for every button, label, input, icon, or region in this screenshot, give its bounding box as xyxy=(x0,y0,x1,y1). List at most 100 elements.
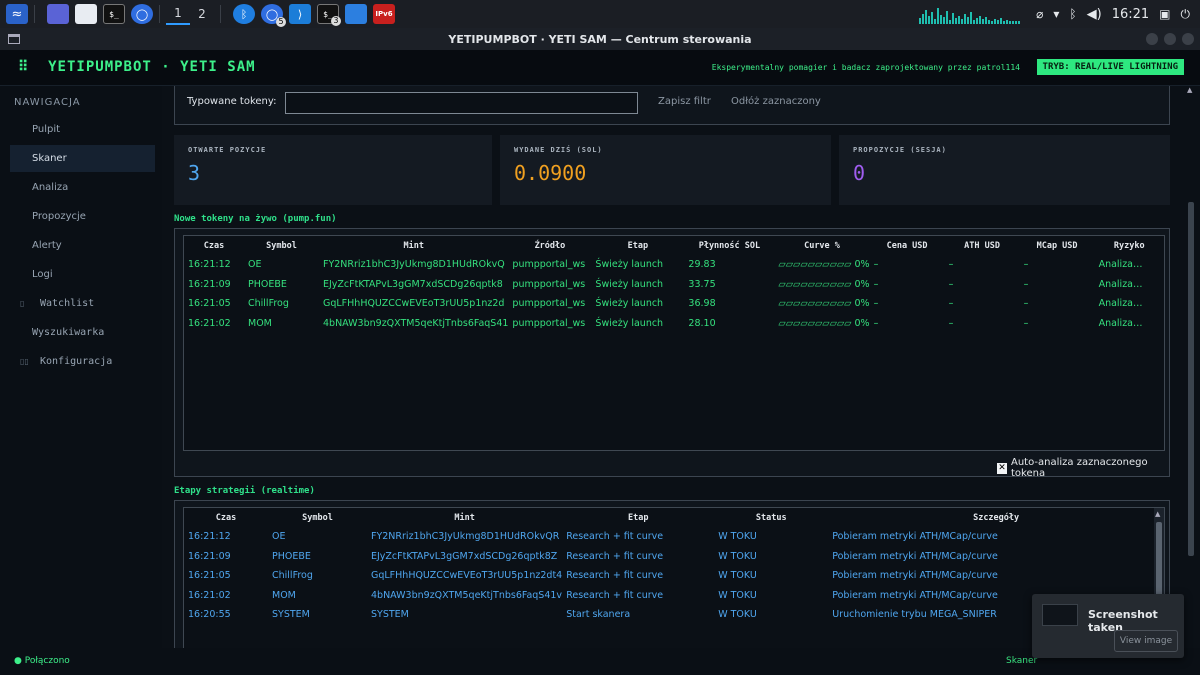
column-header[interactable]: MCap USD xyxy=(1020,236,1095,255)
table-row[interactable]: 16:21:02 MOM 4bNAW3bn9zQXTM5qeKtjTnbs6FaqS… xyxy=(184,314,1164,334)
terminal-icon[interactable]: $_ xyxy=(103,4,125,24)
scroll-up-arrow-icon[interactable]: ▲ xyxy=(1187,86,1192,94)
browser-icon[interactable]: ◯ xyxy=(131,4,153,24)
folder-icon[interactable] xyxy=(345,4,367,24)
live-token-cell: – xyxy=(948,298,954,310)
save-filter-button[interactable]: Zapisz filtr xyxy=(658,96,711,107)
stages-panel: Czas Symbol Mint Etap Status Szczegóły 1… xyxy=(174,500,1170,648)
sidebar-item-pulpit[interactable]: Pulpit xyxy=(10,116,155,143)
stage-cell: W TOKU xyxy=(718,570,757,582)
live-token-cell: – xyxy=(1023,298,1029,310)
volume-icon[interactable]: ◀) xyxy=(1087,7,1102,22)
live-tokens-table: Czas Symbol Mint Źródło Etap Płynność SO… xyxy=(183,235,1165,451)
stage-cell: FY2NRriz1bhC3JyUkmg8D1HUdROkvQR xyxy=(371,531,560,543)
window-menu-icon[interactable] xyxy=(8,34,20,44)
stat-value: 0.0900 xyxy=(514,161,587,185)
file-manager-icon[interactable] xyxy=(75,4,97,24)
vscode-icon[interactable]: ⟩ xyxy=(289,4,311,24)
table-row[interactable]: 16:21:05 ChillFrog GqLFHhHQUZCCwEVEoT3rUU5… xyxy=(184,294,1164,314)
desktop-icon[interactable] xyxy=(47,4,69,24)
sidebar-item-watchlist[interactable]: ▯ Watchlist xyxy=(10,290,155,317)
view-image-button[interactable]: View image xyxy=(1114,630,1178,652)
table-row[interactable]: 16:21:09 PHOEBE EJyZcFtKTAPvL3gGM7xdSCDg26… xyxy=(184,275,1164,295)
sidebar: NAWIGACJA Pulpit Skaner Analiza Propozyc… xyxy=(0,86,162,648)
close-button[interactable] xyxy=(1182,33,1194,45)
column-header[interactable]: Szczegóły xyxy=(828,508,1164,527)
scroll-up-arrow-icon[interactable]: ▲ xyxy=(1155,510,1160,518)
sidebar-item-wyszukiwarka[interactable]: Wyszukiwarka xyxy=(10,319,155,346)
bluetooth-icon[interactable]: ᛒ xyxy=(1069,7,1076,21)
sidebar-item-label: Pulpit xyxy=(32,124,61,135)
live-token-cell: ChillFrog xyxy=(248,298,289,310)
sidebar-item-label: Logi xyxy=(32,269,53,280)
minimize-button[interactable] xyxy=(1146,33,1158,45)
column-header[interactable]: Symbol xyxy=(244,236,319,255)
sidebar-item-alerty[interactable]: Alerty xyxy=(10,232,155,259)
filter-input[interactable] xyxy=(285,92,638,114)
wifi-icon[interactable]: ▾ xyxy=(1053,7,1059,21)
auto-analysis-checkbox[interactable]: ✕ xyxy=(997,462,1007,474)
terminal-window-icon[interactable]: $_ 3 xyxy=(317,4,341,26)
filter-bar: Typowane tokeny: Zapisz filtr Odłóż zazn… xyxy=(174,86,1170,125)
defer-selected-button[interactable]: Odłóż zaznaczony xyxy=(731,96,821,107)
column-header[interactable]: Czas xyxy=(184,236,244,255)
stages-table: Czas Symbol Mint Etap Status Szczegóły 1… xyxy=(183,507,1165,648)
stage-cell: W TOKU xyxy=(718,550,757,562)
maximize-button[interactable] xyxy=(1164,33,1176,45)
table-row[interactable]: 16:21:12 OE FY2NRriz1bhC3JyUkmg8D1HUdROkvQ… xyxy=(184,527,1164,547)
main-content: Typowane tokeny: Zapisz filtr Odłóż zazn… xyxy=(162,86,1182,648)
column-header[interactable]: Etap xyxy=(562,508,714,527)
column-header[interactable]: Status xyxy=(714,508,828,527)
app-brand: ⠿ YETIPUMPBOT · YETI SAM xyxy=(18,59,256,75)
screenshot-thumbnail[interactable] xyxy=(1042,604,1078,626)
workspace-2[interactable]: 2 xyxy=(190,3,214,25)
ipv6-icon[interactable]: IPv6 xyxy=(373,4,395,24)
column-header[interactable]: Źródło xyxy=(508,236,591,255)
column-header[interactable]: Mint xyxy=(367,508,562,527)
clock[interactable]: 16:21 xyxy=(1112,7,1149,22)
browser-window-icon[interactable]: ◯ 5 xyxy=(261,4,286,27)
stage-cell: Research + fit curve xyxy=(566,550,664,562)
power-icon[interactable]: ⏻ xyxy=(1181,7,1191,22)
live-token-cell: 28.10 xyxy=(688,317,716,329)
column-header[interactable]: Ryzyko xyxy=(1095,236,1164,255)
column-header[interactable]: Czas xyxy=(184,508,268,527)
sidebar-item-label: Wyszukiwarka xyxy=(32,327,105,338)
table-row[interactable]: 16:21:12 OE FY2NRriz1bhC3JyUkmg8D1HUdROkvQ… xyxy=(184,255,1164,275)
scroll-thumb[interactable] xyxy=(1188,202,1194,556)
connection-status: ● Połączono xyxy=(14,656,70,666)
sidebar-item-propozycje[interactable]: Propozycje xyxy=(10,203,155,230)
live-token-cell: 16:21:02 xyxy=(188,317,231,329)
column-header[interactable]: Cena USD xyxy=(870,236,945,255)
sidebar-item-konfiguracja[interactable]: ▯▯ Konfiguracja xyxy=(10,348,155,375)
table-row[interactable]: 16:21:05 ChillFrog GqLFHhHQUZCCwEVEoT3rUU5… xyxy=(184,566,1164,586)
live-token-cell: Świeży launch xyxy=(595,317,664,329)
sidebar-item-label: Watchlist xyxy=(40,298,95,309)
column-header[interactable]: Etap xyxy=(591,236,684,255)
stage-cell: SYSTEM xyxy=(272,609,310,621)
kali-menu-icon[interactable]: ≈ xyxy=(6,4,28,24)
live-token-cell: ▱▱▱▱▱▱▱▱▱▱ 0% xyxy=(778,278,870,290)
table-row[interactable]: 16:20:55 SYSTEM SYSTEM Start skanera W TOKU U… xyxy=(184,605,1164,625)
column-header[interactable]: Płynność SOL xyxy=(684,236,774,255)
main-scrollbar[interactable]: ▲ xyxy=(1186,86,1196,648)
stage-cell: Start skanera xyxy=(566,609,631,621)
lock-icon[interactable]: ▣ xyxy=(1159,7,1170,21)
column-header[interactable]: Symbol xyxy=(268,508,367,527)
column-header[interactable]: Mint xyxy=(319,236,508,255)
sidebar-item-logi[interactable]: Logi xyxy=(10,261,155,288)
bluetooth-app-icon[interactable]: ᛒ xyxy=(233,4,255,24)
auto-analysis-option[interactable]: ✕ Auto-analiza zaznaczonego tokena xyxy=(997,457,1169,479)
column-header[interactable]: ATH USD xyxy=(945,236,1020,255)
table-row[interactable]: 16:21:09 PHOEBE EJyZcFtKTAPvL3gGM7xdSCDg26… xyxy=(184,547,1164,567)
stat-value: 3 xyxy=(188,161,201,185)
sidebar-item-skaner[interactable]: Skaner xyxy=(10,145,155,172)
sidebar-item-analiza[interactable]: Analiza xyxy=(10,174,155,201)
workspace-1[interactable]: 1 xyxy=(166,3,190,25)
brand-name: YETIPUMPBOT · YETI SAM xyxy=(48,59,256,75)
screenshot-notification[interactable]: Screenshot taken View image xyxy=(1032,594,1184,658)
system-tray: ⌀ ▾ ᛒ ◀) 16:21 ▣ ⏻ xyxy=(919,0,1200,28)
table-row[interactable]: 16:21:02 MOM 4bNAW3bn9zQXTM5qeKtjTnbs6FaqS… xyxy=(184,586,1164,606)
clip-icon[interactable]: ⌀ xyxy=(1036,7,1043,21)
column-header[interactable]: Curve % xyxy=(774,236,869,255)
